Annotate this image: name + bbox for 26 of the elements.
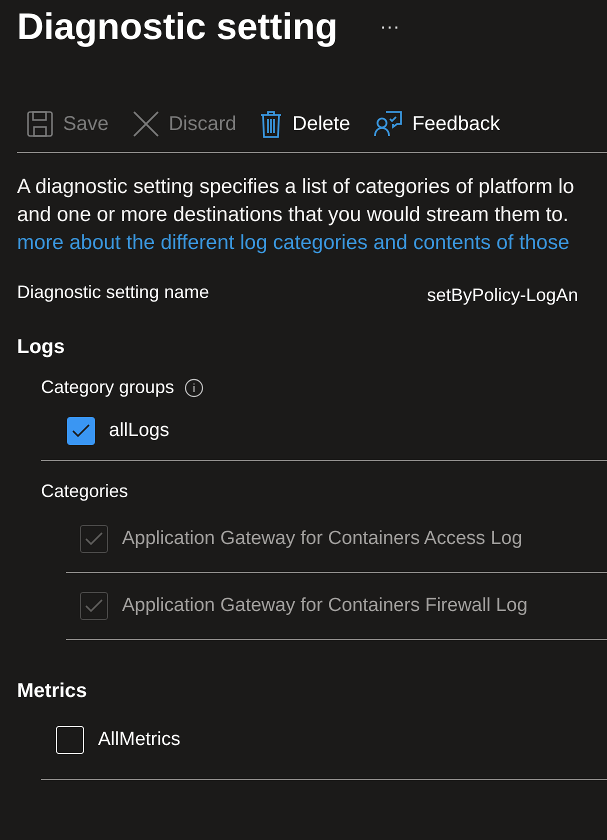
subsection-heading: Categories [41, 481, 128, 502]
description-text: A diagnostic setting specifies a list of categories of platform lo [17, 174, 576, 200]
checkbox-label: Application Gateway for Containers Access Log [122, 528, 522, 550]
checkbox-label: Application Gateway for Containers Firewall Log [122, 595, 528, 617]
setting-name-value: setByPolicy-LogAn [427, 285, 578, 306]
page-title: Diagnostic setting [17, 6, 338, 48]
feedback-button[interactable]: Feedback [374, 111, 500, 137]
save-icon [27, 111, 53, 137]
field-label: Diagnostic setting name [17, 282, 210, 303]
subsection-heading: Category groups [41, 377, 174, 398]
info-icon[interactable] [184, 378, 204, 398]
checkmark-icon [85, 599, 103, 613]
checkmark-icon [72, 424, 90, 438]
close-icon [132, 111, 159, 137]
delete-button[interactable]: Delete [260, 110, 350, 138]
checkbox-label: allLogs [109, 420, 170, 442]
learn-more-link[interactable]: more about the different log categories and contents of those [17, 229, 607, 257]
trash-icon [260, 110, 282, 138]
checkbox-label: AllMetrics [98, 729, 180, 751]
section-heading: Metrics [17, 680, 88, 703]
feedback-icon [374, 111, 402, 137]
section-heading: Logs [17, 336, 66, 359]
checkmark-icon [85, 532, 103, 546]
description-text: and one or more destinations that you would stream them to. [17, 202, 570, 228]
checkbox[interactable] [67, 417, 95, 445]
more-button[interactable]: ··· [380, 16, 400, 38]
